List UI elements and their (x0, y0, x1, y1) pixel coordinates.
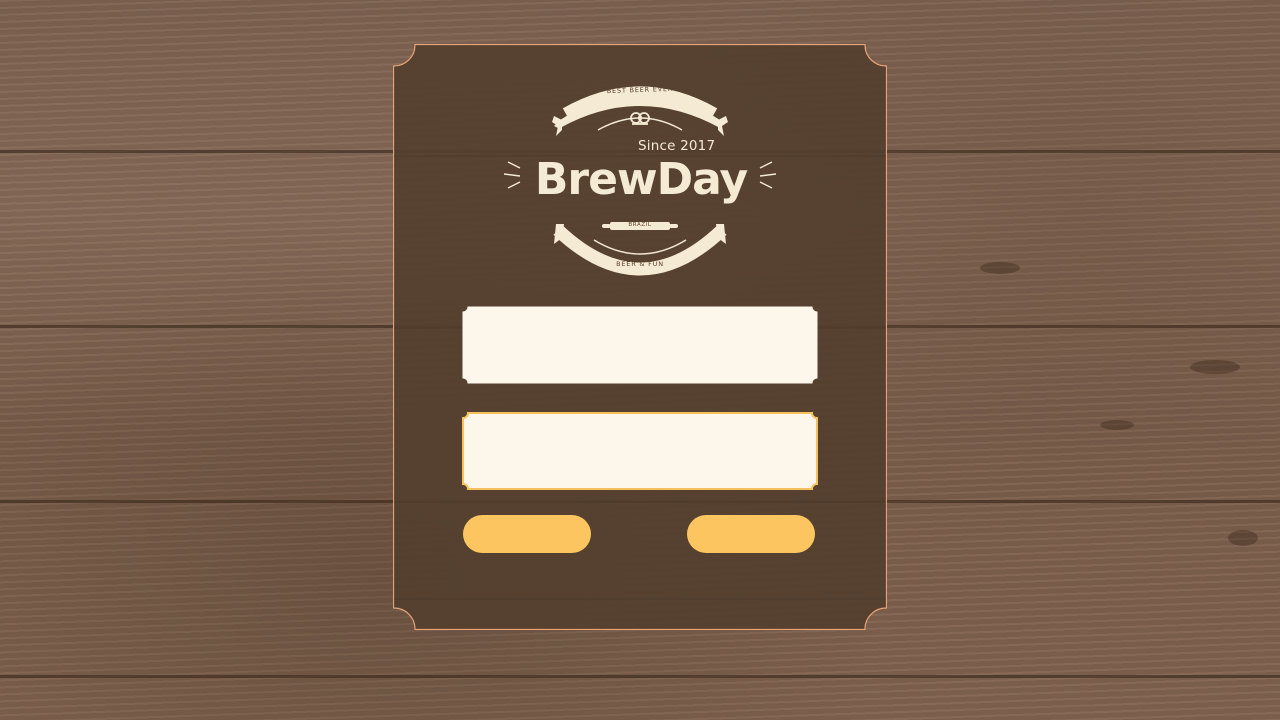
register-button[interactable] (687, 515, 815, 553)
login-button[interactable] (463, 515, 591, 553)
password-field[interactable] (462, 412, 818, 492)
username-field[interactable] (462, 306, 818, 386)
ribbon-bottom-text: BEER & FUN (616, 260, 664, 268)
since-text: Since 2017 (638, 138, 716, 154)
brewday-logo: BEST BEER EVER Since 2017 BrewDay BRAZIL… (498, 78, 782, 282)
brand-name: BrewDay (534, 154, 748, 205)
wood-knot (1100, 420, 1134, 430)
password-input[interactable] (474, 420, 806, 482)
wood-knot (980, 262, 1020, 274)
wood-knot (1190, 360, 1240, 374)
username-input[interactable] (474, 314, 806, 376)
wood-knot (1228, 530, 1258, 546)
origin-text: BRAZIL (628, 222, 652, 228)
